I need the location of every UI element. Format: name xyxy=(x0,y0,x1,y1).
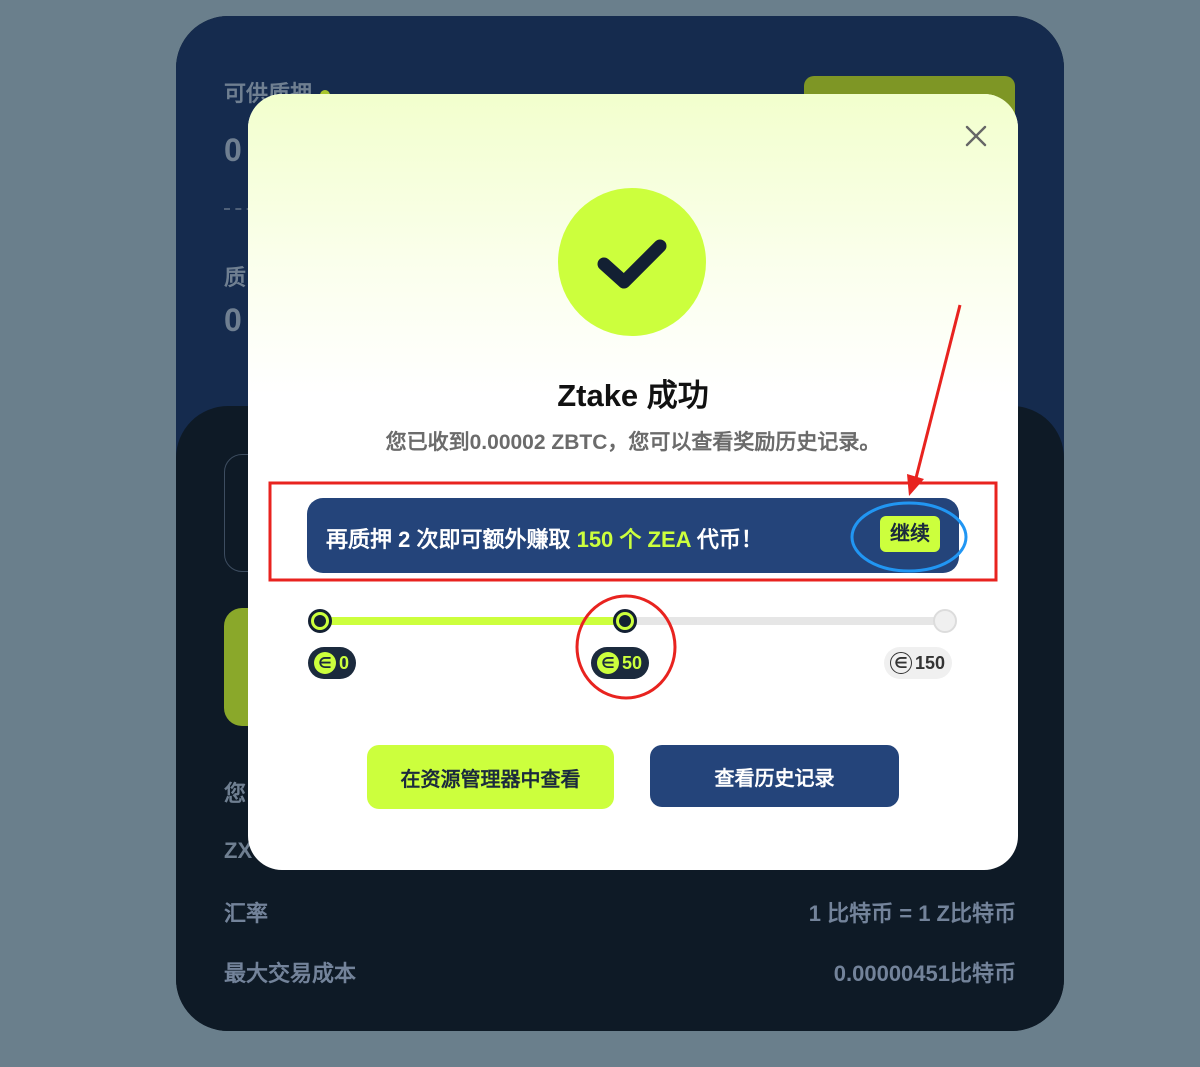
reward-progress-fill xyxy=(320,617,633,625)
continue-button[interactable]: 继续 xyxy=(880,516,940,552)
you-receive-label: 您 xyxy=(224,781,247,806)
milestone-label: 50 xyxy=(622,652,643,673)
promo-banner: 再质押 2 次即可额外赚取 150 个 ZEA 代币！ 继续 xyxy=(307,498,959,573)
milestone-node-150 xyxy=(933,609,957,633)
modal-subtitle: 您已收到0.00002 ZBTC，您可以查看奖励历史记录。 xyxy=(385,431,881,454)
check-icon xyxy=(597,239,667,289)
promo-text-after: 代币！ xyxy=(690,527,763,552)
rate-value: 1 比特币 = 1 Z比特币 xyxy=(808,901,1016,926)
available-value: 0 xyxy=(224,132,242,168)
zea-coin-icon: ∈ xyxy=(597,652,619,674)
promo-highlight: 150 个 ZEA xyxy=(576,527,691,552)
view-in-explorer-button[interactable]: 在资源管理器中查看 xyxy=(367,745,614,809)
rate-label: 汇率 xyxy=(224,901,269,926)
rate-row: 汇率 1 比特币 = 1 Z比特币 xyxy=(224,896,1016,928)
milestone-badge-0: ∈ 0 xyxy=(308,647,357,679)
zea-coin-icon: ∈ xyxy=(314,652,336,674)
staked-label: 质 xyxy=(224,265,247,290)
milestone-badge-50: ∈ 50 xyxy=(591,647,650,679)
view-history-button[interactable]: 查看历史记录 xyxy=(650,745,899,807)
staked-value: 0 xyxy=(224,302,242,338)
milestone-badge-150: ∈ 150 xyxy=(884,647,953,679)
success-modal: Ztake 成功 您已收到0.00002 ZBTC，您可以查看奖励历史记录。 再… xyxy=(248,94,1018,870)
milestone-node-0 xyxy=(308,609,332,633)
promo-text-before: 再质押 2 次即可额外赚取 xyxy=(326,527,577,552)
success-badge xyxy=(558,188,706,336)
zea-coin-icon: ∈ xyxy=(890,652,912,674)
max-cost-label: 最大交易成本 xyxy=(224,961,357,986)
max-cost-row: 最大交易成本 0.00000451比特币 xyxy=(224,956,1016,988)
max-cost-value: 0.00000451比特币 xyxy=(833,961,1016,986)
close-icon[interactable] xyxy=(960,120,992,152)
milestone-label: 0 xyxy=(339,652,350,673)
modal-title: Ztake 成功 xyxy=(557,378,709,413)
milestone-label: 150 xyxy=(915,652,946,673)
milestone-node-50 xyxy=(613,609,637,633)
promo-text: 再质押 2 次即可额外赚取 150 个 ZEA 代币！ xyxy=(326,522,763,554)
